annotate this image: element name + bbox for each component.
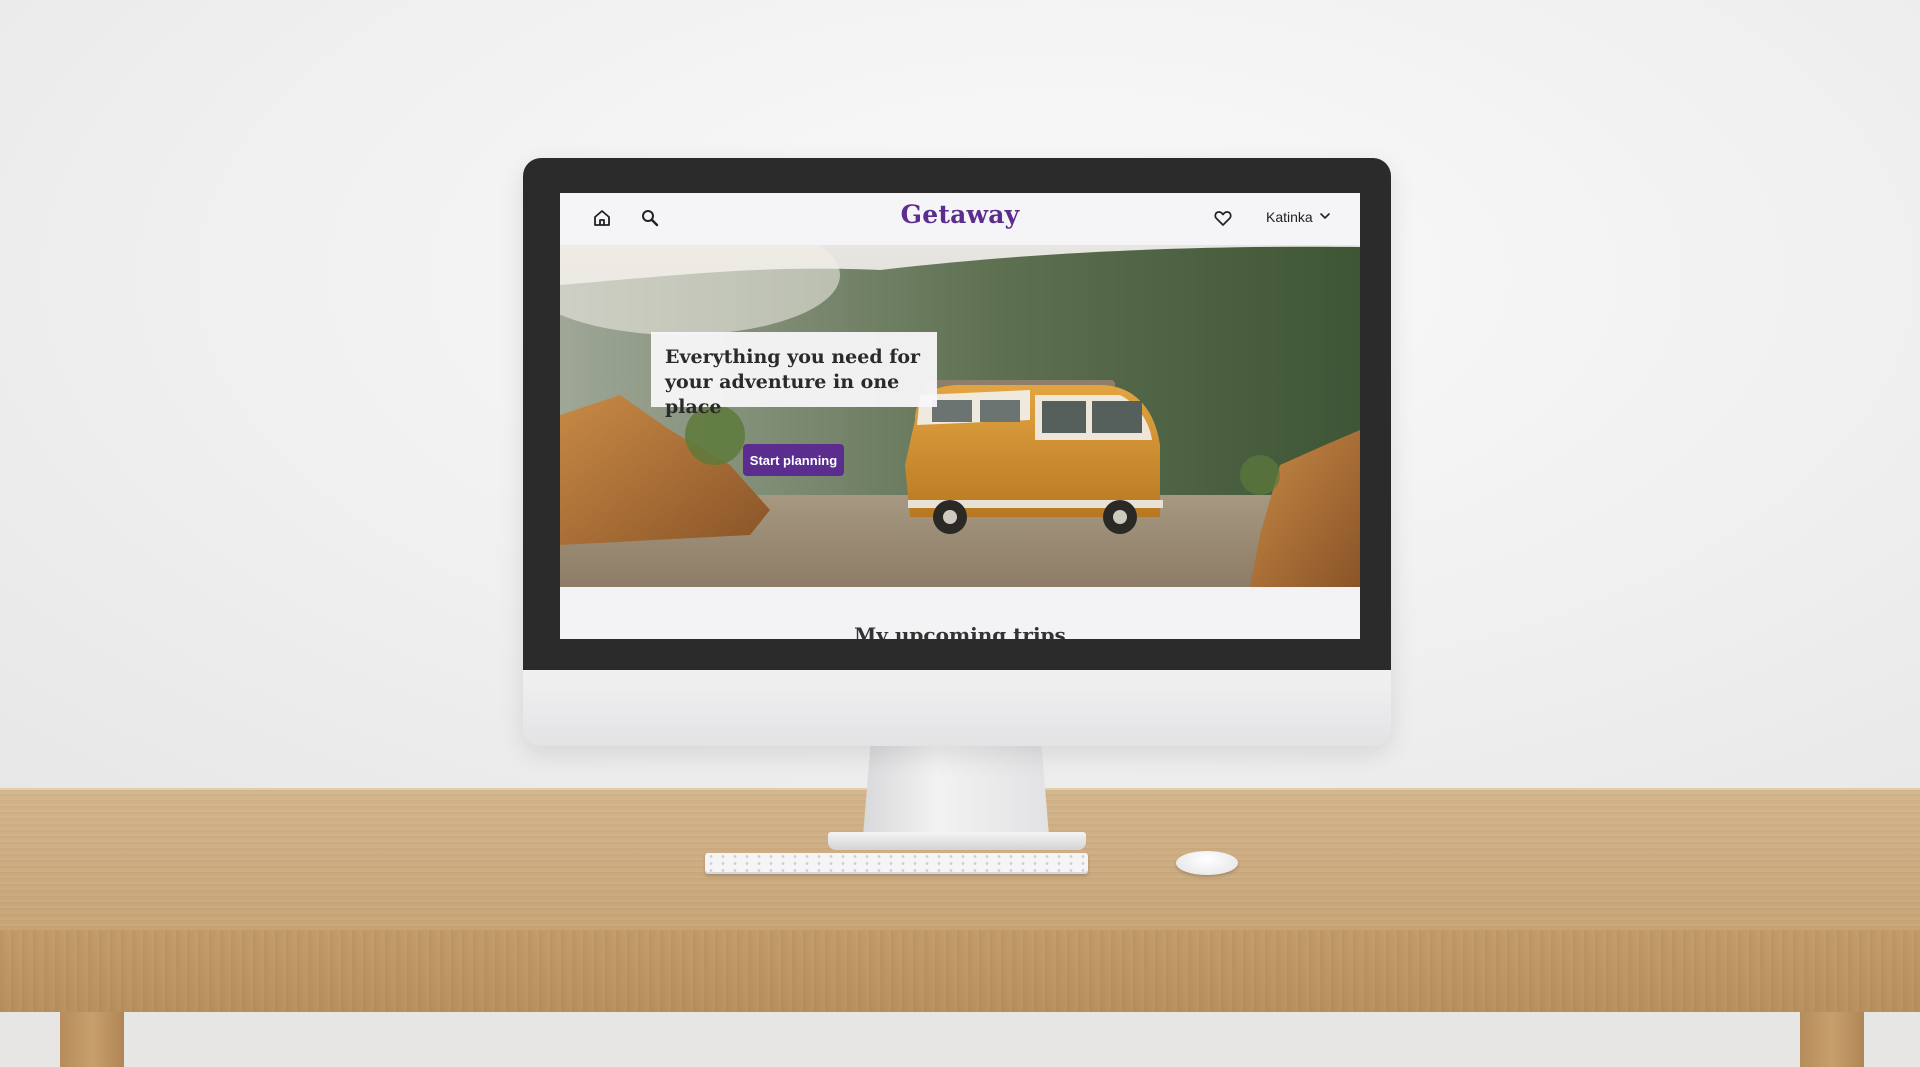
- app-logo[interactable]: Getaway: [560, 200, 1360, 229]
- desk-leg-right: [1800, 1012, 1864, 1067]
- hero-headline: Everything you need for your adventure i…: [651, 332, 937, 418]
- upcoming-trips-heading: My upcoming trips: [854, 623, 1066, 639]
- keyboard: [705, 853, 1088, 874]
- hero-banner: Everything you need for your adventure i…: [560, 245, 1360, 587]
- desk-leg-left: [60, 1012, 124, 1067]
- floor-area: [0, 1012, 1920, 1067]
- user-name: Katinka: [1266, 209, 1313, 225]
- monitor: Getaway Katinka Everything you need for …: [523, 158, 1391, 746]
- monitor-chin: [523, 670, 1391, 746]
- camper-van: [905, 380, 1163, 534]
- monitor-bezel: Getaway Katinka Everything you need for …: [523, 158, 1391, 670]
- user-menu[interactable]: Katinka: [1266, 209, 1331, 225]
- mouse: [1176, 851, 1238, 875]
- headline-line-1: Everything you need for: [665, 346, 921, 368]
- heart-icon[interactable]: [1213, 208, 1233, 228]
- chevron-down-icon: [1319, 209, 1331, 225]
- monitor-stand-foot: [828, 832, 1086, 850]
- headline-line-2: your adventure in one place: [665, 371, 900, 418]
- desk-front: [0, 930, 1920, 1012]
- monitor-stand-neck: [863, 746, 1049, 836]
- start-planning-button[interactable]: Start planning: [743, 444, 844, 476]
- screen: Getaway Katinka Everything you need for …: [560, 193, 1360, 639]
- top-nav: Getaway Katinka: [560, 193, 1360, 245]
